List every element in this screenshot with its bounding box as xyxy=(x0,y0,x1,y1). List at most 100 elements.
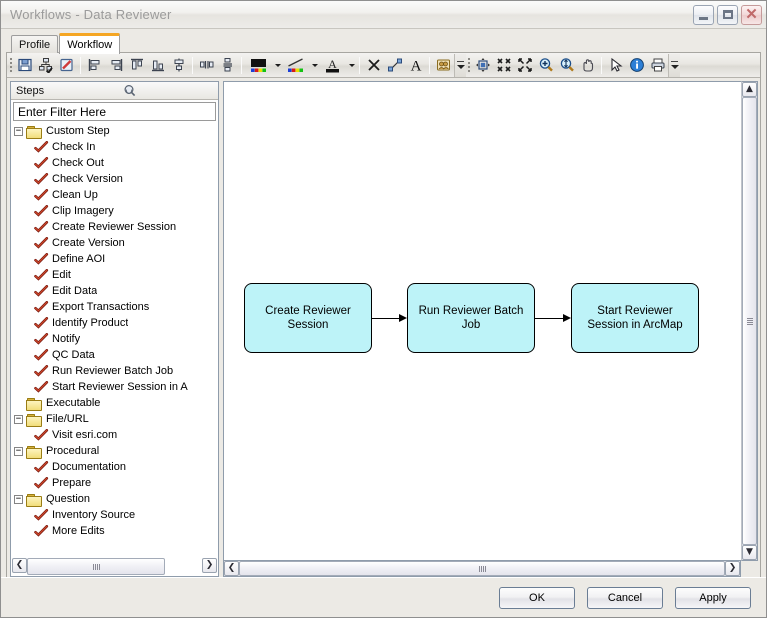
tree-expander-icon[interactable]: − xyxy=(14,126,23,136)
maximize-button[interactable] xyxy=(717,4,738,25)
align-bottom-icon[interactable] xyxy=(147,55,168,76)
tree-step-row[interactable]: Create Reviewer Session xyxy=(12,219,217,235)
zoom-out-extent-icon[interactable] xyxy=(493,55,514,76)
minimize-button[interactable] xyxy=(693,4,714,25)
tree-step-row[interactable]: Check Version xyxy=(12,171,217,187)
scroll-left-button[interactable]: ❮ xyxy=(12,558,27,573)
steps-tree[interactable]: − Custom Step Check In Check Out Check Versi… xyxy=(12,123,217,557)
workflow-canvas[interactable]: Create Reviewer Session Run Reviewer Batc… xyxy=(223,81,741,561)
hscroll-track[interactable] xyxy=(27,558,202,575)
tree-step-row[interactable]: Clip Imagery xyxy=(12,203,217,219)
steps-tree-hscrollbar[interactable]: ❮ ❯ xyxy=(12,558,217,575)
tree-folder-row[interactable]: − Question xyxy=(12,491,217,507)
zoom-in-extent-icon[interactable] xyxy=(514,55,535,76)
canvas-vscrollbar[interactable]: ▲ ▼ xyxy=(741,81,758,561)
tree-step-row[interactable]: Notify xyxy=(12,331,217,347)
save-icon[interactable] xyxy=(14,55,35,76)
tree-step-row[interactable]: Edit xyxy=(12,267,217,283)
tree-folder-row[interactable]: − Custom Step xyxy=(12,123,217,139)
fill-color-icon[interactable] xyxy=(245,55,273,76)
select-pointer-icon[interactable] xyxy=(605,55,626,76)
tree-step-row[interactable]: Edit Data xyxy=(12,283,217,299)
tree-step-row[interactable]: Define AOI xyxy=(12,251,217,267)
connect-step-icon[interactable] xyxy=(384,55,405,76)
tree-step-row[interactable]: Create Version xyxy=(12,235,217,251)
hscroll-thumb[interactable] xyxy=(239,561,725,576)
tree-expander-icon[interactable]: − xyxy=(14,446,23,456)
tree-folder-row[interactable]: − File/URL xyxy=(12,411,217,427)
tree-step-row[interactable]: QC Data xyxy=(12,347,217,363)
workflow-node[interactable]: Run Reviewer Batch Job xyxy=(407,283,535,353)
clear-icon[interactable] xyxy=(56,55,77,76)
cancel-button[interactable]: Cancel xyxy=(587,586,663,609)
step-check-icon xyxy=(34,236,49,250)
vscroll-thumb[interactable] xyxy=(742,97,757,545)
line-color-dropdown-arrow[interactable] xyxy=(310,55,319,76)
tree-expander-icon[interactable]: − xyxy=(14,494,23,504)
tree-step-row[interactable]: Clean Up xyxy=(12,187,217,203)
scroll-down-button[interactable]: ▼ xyxy=(742,545,757,560)
filter-input[interactable]: Enter Filter Here xyxy=(13,102,216,121)
toolbar-separator xyxy=(192,56,193,74)
delete-icon[interactable] xyxy=(363,55,384,76)
tree-step-row[interactable]: More Edits xyxy=(12,523,217,539)
tree-folder-row[interactable]: Executable xyxy=(12,395,217,411)
line-color-icon[interactable] xyxy=(282,55,310,76)
distribute-horizontal-icon[interactable] xyxy=(196,55,217,76)
workflow-node[interactable]: Create Reviewer Session xyxy=(244,283,372,353)
tree-step-row[interactable]: Inventory Source xyxy=(12,507,217,523)
tree-step-row[interactable]: Export Transactions xyxy=(12,299,217,315)
toolbar-separator xyxy=(241,56,242,74)
tree-step-row[interactable]: Start Reviewer Session in A xyxy=(12,379,217,395)
hscroll-track[interactable] xyxy=(239,561,725,576)
tree-step-row[interactable]: Prepare xyxy=(12,475,217,491)
vscroll-track[interactable] xyxy=(742,97,757,545)
tree-step-row[interactable]: Identify Product xyxy=(12,315,217,331)
tree-expander-icon[interactable]: − xyxy=(14,414,23,424)
tree-step-row[interactable]: Check Out xyxy=(12,155,217,171)
zoom-in-icon[interactable] xyxy=(535,55,556,76)
tree-step-label: Edit xyxy=(52,269,71,281)
font-color-icon[interactable]: A xyxy=(319,55,347,76)
info-icon[interactable] xyxy=(626,55,647,76)
scroll-right-button[interactable]: ❯ xyxy=(725,561,740,576)
ok-button[interactable]: OK xyxy=(499,586,575,609)
add-group-icon[interactable] xyxy=(433,55,454,76)
tab-profile[interactable]: Profile xyxy=(11,35,59,53)
tree-step-row[interactable]: Visit esri.com xyxy=(12,427,217,443)
tree-step-row[interactable]: Documentation xyxy=(12,459,217,475)
tree-step-row[interactable]: Run Reviewer Batch Job xyxy=(12,363,217,379)
print-icon[interactable] xyxy=(647,55,668,76)
workflow-connector[interactable] xyxy=(535,313,571,323)
scroll-right-button[interactable]: ❯ xyxy=(202,558,217,573)
tree-folder-row[interactable]: − Procedural xyxy=(12,443,217,459)
tree-step-label: Check Version xyxy=(52,173,123,185)
toolbar-overflow-button[interactable] xyxy=(454,53,466,77)
tree-folder-label: Procedural xyxy=(46,445,100,457)
align-right-icon[interactable] xyxy=(105,55,126,76)
scroll-left-button[interactable]: ❮ xyxy=(224,561,239,576)
tree-step-row[interactable]: Check In xyxy=(12,139,217,155)
text-icon[interactable]: A xyxy=(405,55,426,76)
align-center-icon[interactable] xyxy=(168,55,189,76)
font-color-dropdown-arrow[interactable] xyxy=(347,55,356,76)
hscroll-thumb[interactable] xyxy=(27,558,166,575)
canvas-hscrollbar[interactable]: ❮ ❯ xyxy=(223,560,741,577)
minimize-icon xyxy=(699,16,708,20)
tab-workflow[interactable]: Workflow xyxy=(59,33,121,54)
validate-workflow-icon[interactable] xyxy=(35,55,56,76)
fill-color-dropdown-arrow[interactable] xyxy=(273,55,282,76)
scroll-up-button[interactable]: ▲ xyxy=(742,82,757,97)
distribute-vertical-icon[interactable] xyxy=(217,55,238,76)
search-steps-icon[interactable] xyxy=(123,84,214,97)
align-left-icon[interactable] xyxy=(84,55,105,76)
zoom-whole-page-icon[interactable] xyxy=(556,55,577,76)
toolbar-overflow-button-2[interactable] xyxy=(668,53,680,77)
workflow-connector[interactable] xyxy=(372,313,407,323)
align-top-icon[interactable] xyxy=(126,55,147,76)
workflow-node[interactable]: Start Reviewer Session in ArcMap xyxy=(571,283,699,353)
pan-hand-icon[interactable] xyxy=(577,55,598,76)
close-button[interactable]: ✕ xyxy=(741,4,762,25)
pan-to-fit-icon[interactable] xyxy=(472,55,493,76)
apply-button[interactable]: Apply xyxy=(675,586,751,609)
